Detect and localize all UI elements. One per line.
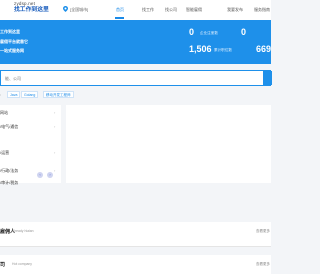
tags-prefix: :	[0, 92, 2, 97]
nav-home[interactable]: 首页	[116, 7, 124, 13]
banner-headline-3: 一站式服务网	[0, 48, 24, 53]
view-more-link[interactable]: 查看更多	[256, 229, 270, 234]
search-bar	[0, 70, 272, 86]
stat-company-count: 0	[189, 27, 195, 37]
section-title: 司	[0, 262, 6, 268]
tag-mobile-dev[interactable]: 移动开发工程师	[43, 91, 74, 98]
nav-publish[interactable]: 我要发布	[227, 7, 243, 13]
divider	[0, 245, 271, 246]
category-next-button[interactable]: ›	[47, 172, 53, 178]
stat-job-label: 累计职位数	[214, 48, 232, 52]
category-item[interactable]: /电气/通信	[0, 124, 18, 130]
logo-domain: zydsp.net	[14, 1, 36, 6]
chevron-right-icon: ›	[54, 168, 56, 173]
banner-headline-2: 雇佣平台就靠它	[0, 39, 28, 44]
tag-golang[interactable]: Golang	[21, 91, 39, 98]
chevron-right-icon: ›	[54, 150, 56, 155]
view-more-link[interactable]: 查看更多	[256, 262, 270, 267]
logo-slogan: 找工作到这里	[14, 6, 49, 13]
location-pin-icon	[63, 6, 68, 12]
category-item[interactable]: 网站	[0, 110, 8, 116]
category-item[interactable]: /运营	[0, 150, 9, 156]
hot-tags: : Java Golang 移动开发工程师	[0, 90, 271, 100]
search-button[interactable]	[263, 71, 272, 85]
nav-smart-hire[interactable]: 智能雇佣	[186, 7, 202, 13]
category-item[interactable]: /行政/法务	[0, 168, 18, 174]
stat-fourth-count: 669	[256, 44, 271, 54]
featured-panel	[66, 105, 271, 183]
site-logo[interactable]: zydsp.net 找工作到这里	[14, 1, 49, 13]
section-hired: 雇佣人 Already hiaian 查看更多	[0, 222, 271, 246]
nav-active-indicator	[115, 17, 124, 19]
section-subtitle: Already hiaian	[12, 229, 34, 233]
nav-find-work[interactable]: 找工作	[142, 7, 154, 13]
chevron-right-icon: ›	[54, 124, 56, 129]
stat-company-label: 企业注册数	[200, 31, 218, 35]
search-input[interactable]	[5, 73, 255, 83]
category-item[interactable]: /审计/税务	[0, 180, 18, 186]
chevron-right-icon: ›	[54, 110, 56, 115]
nav-service-guide[interactable]: 服务指南	[254, 7, 270, 13]
top-header: zydsp.net 找工作到这里 [全国城市] 首页 找工作 找公司 智能雇佣 …	[0, 0, 271, 20]
category-menu: 网站 › /电气/通信 › /运营 › /行政/法务 › /审计/税务	[0, 105, 61, 186]
nav-find-company[interactable]: 找公司	[165, 7, 177, 13]
section-hot-company: 司 Hot company 查看更多	[0, 255, 271, 274]
stat-job-count: 1,506	[189, 44, 212, 54]
category-prev-button[interactable]: ‹	[37, 172, 43, 178]
banner-headline-1: 工作到这里	[0, 29, 20, 34]
section-subtitle: Hot company	[12, 262, 32, 266]
city-selector[interactable]: [全国城市]	[70, 7, 88, 13]
tag-java[interactable]: Java	[7, 91, 21, 98]
stat-second-count: 0	[241, 27, 247, 37]
hero-banner: 工作到这里 雇佣平台就靠它 一站式服务网 0 企业注册数 0 1,506 累计职…	[0, 20, 271, 64]
